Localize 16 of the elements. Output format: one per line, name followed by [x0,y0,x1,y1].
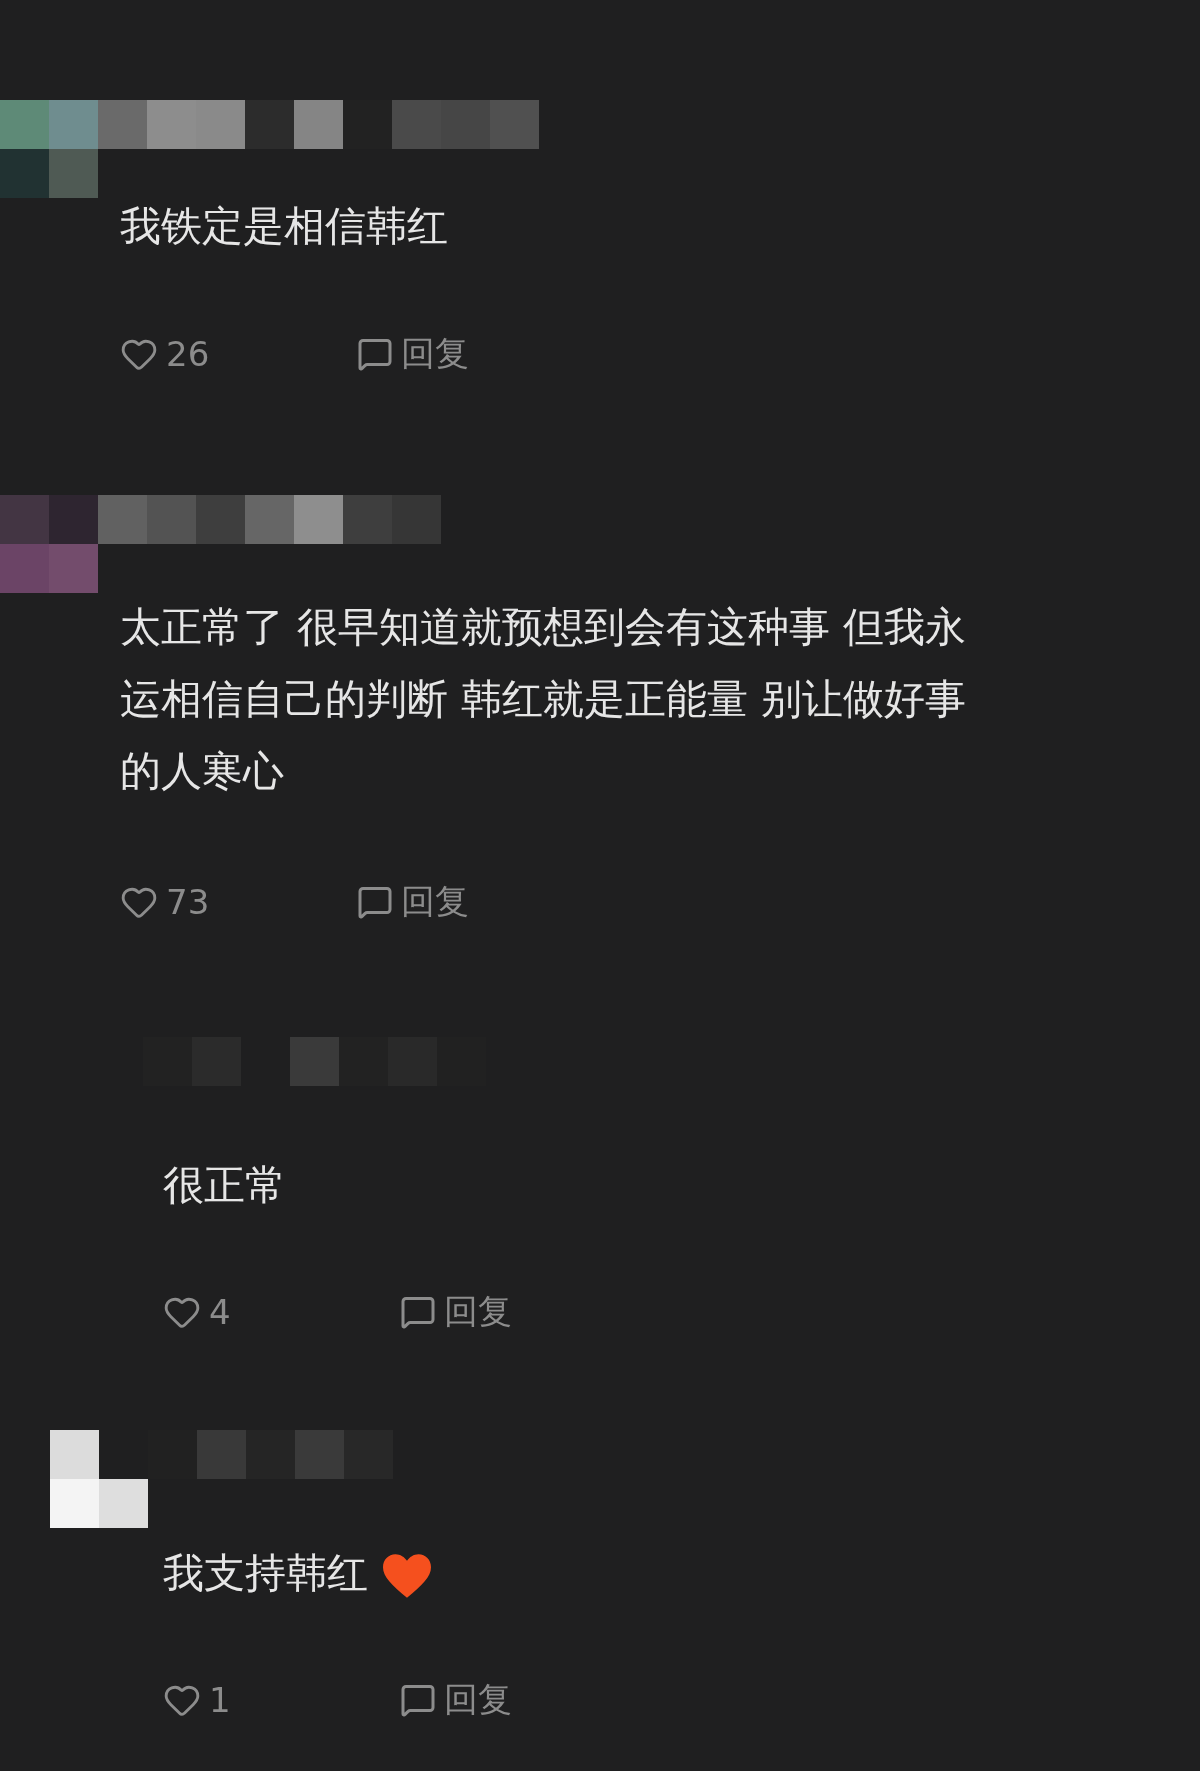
comment-text: 太正常了 很早知道就预想到会有这种事 但我永运相信自己的判断 韩红就是正能量 别让做好事的人寒心 [120,603,967,795]
like-button[interactable]: 4 [163,1292,400,1332]
comment-text: 我支持韩红 [163,1549,368,1597]
comment-text: 很正常 [163,1161,286,1209]
reply-button[interactable]: 回复 [357,331,469,377]
comment-icon [400,1682,436,1718]
comment-icon [357,336,393,372]
reply-button[interactable]: 回复 [357,879,469,925]
comment-text: 我铁定是相信韩红 [120,202,448,250]
comment-icon [357,884,393,920]
like-button[interactable]: 73 [120,882,357,922]
reply-button[interactable]: 回复 [400,1289,512,1335]
like-button[interactable]: 1 [163,1680,400,1720]
comment-icon [400,1294,436,1330]
reply-button[interactable]: 回复 [400,1677,512,1723]
like-button[interactable]: 26 [120,334,357,374]
